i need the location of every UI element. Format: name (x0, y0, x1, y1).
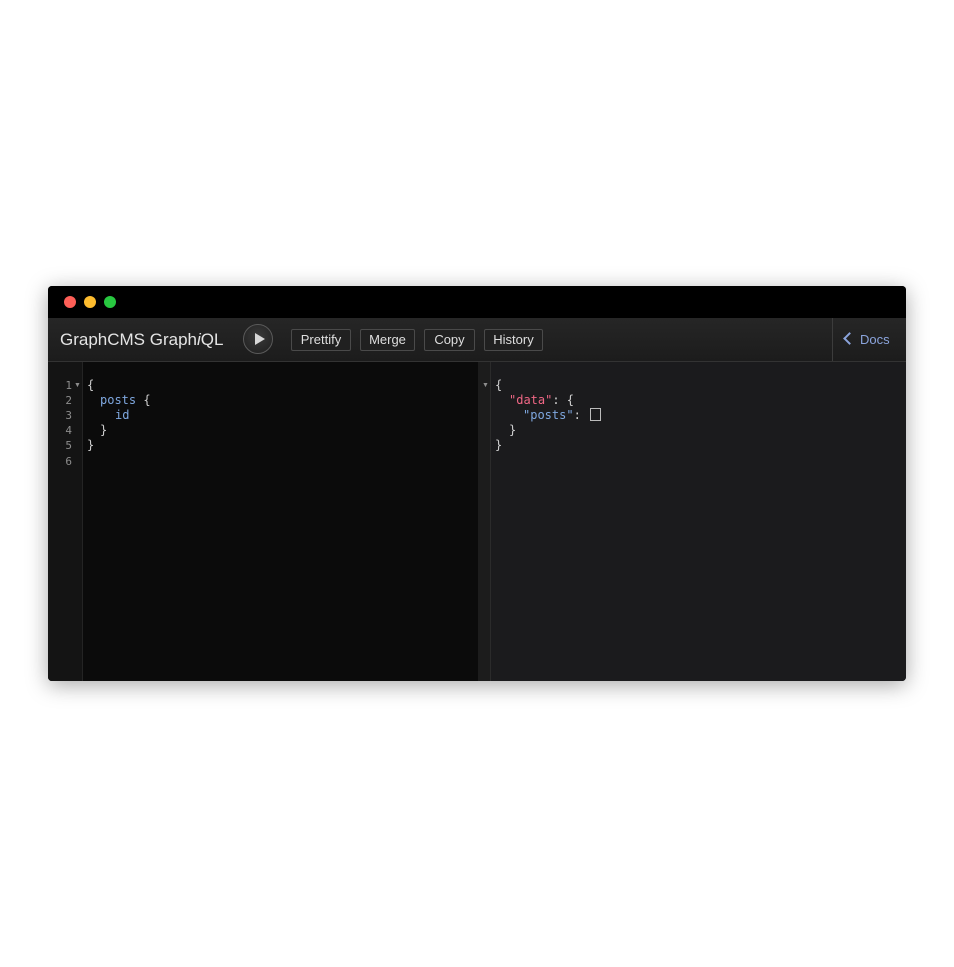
result-line: "data": { (509, 393, 574, 407)
graphiql-window: GraphCMS GraphiQL Prettify Merge Copy Hi… (48, 286, 906, 681)
json-key: "posts" (523, 408, 574, 422)
play-icon (255, 333, 265, 345)
result-line: "posts": (523, 408, 602, 422)
merge-button[interactable]: Merge (360, 329, 415, 351)
run-query-button[interactable] (243, 324, 273, 354)
code-line: { (87, 378, 95, 392)
window-titlebar (48, 286, 906, 318)
docs-label: Docs (860, 332, 890, 347)
result-viewer: ▼ { "data": { "posts": } } (482, 362, 906, 681)
code-line: } (87, 438, 95, 452)
maximize-window-button[interactable] (104, 296, 116, 308)
json-key: "data" (509, 393, 553, 407)
result-line: { (495, 378, 503, 392)
code-line: } (100, 423, 108, 437)
history-button[interactable]: History (484, 329, 543, 351)
result-line: } (495, 438, 503, 452)
code-line: posts { (100, 393, 151, 407)
docs-link[interactable]: Docs (843, 332, 890, 347)
query-editor[interactable]: 1 ▼ 2 3 4 5 6 { posts { id } } (48, 362, 478, 681)
fold-arrow-icon[interactable]: ▼ (482, 382, 489, 389)
json-punct: : (573, 408, 589, 422)
graphiql-toolbar: GraphCMS GraphiQL Prettify Merge Copy Hi… (48, 318, 906, 362)
result-line: } (509, 423, 517, 437)
fold-arrow-icon[interactable]: ▼ (74, 382, 81, 389)
line-number: 6 (65, 455, 72, 468)
empty-array-icon (590, 408, 602, 421)
code-brace: { (136, 393, 151, 407)
query-field: posts (100, 393, 137, 407)
query-field: id (115, 408, 130, 422)
line-number: 4 (65, 424, 72, 437)
chevron-left-icon (843, 332, 856, 345)
minimize-window-button[interactable] (84, 296, 96, 308)
line-number: 1 (65, 379, 72, 392)
line-number: 5 (65, 439, 72, 452)
app-title-suffix: QL (200, 330, 224, 349)
line-number: 3 (65, 409, 72, 422)
prettify-button[interactable]: Prettify (291, 329, 351, 351)
close-window-button[interactable] (64, 296, 76, 308)
line-number: 2 (65, 394, 72, 407)
editor-result-divider[interactable] (478, 362, 490, 681)
json-punct: : { (552, 393, 575, 407)
line-number-gutter: 1 ▼ 2 3 4 5 6 (48, 362, 83, 681)
docs-explorer-toggle: Docs (832, 318, 906, 361)
app-title: GraphCMS GraphiQL (60, 330, 223, 350)
app-title-prefix: GraphCMS Graph (60, 330, 197, 349)
copy-button[interactable]: Copy (424, 329, 475, 351)
